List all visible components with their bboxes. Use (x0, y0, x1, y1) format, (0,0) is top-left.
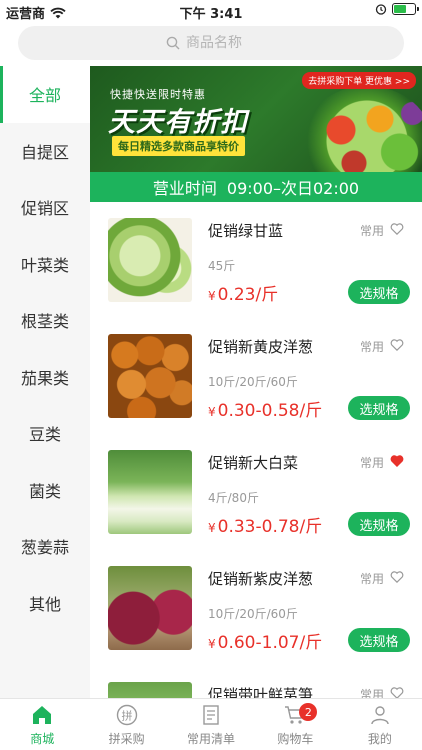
status-right (375, 3, 419, 15)
price-value: 0.30-0.58/斤 (217, 401, 323, 421)
cart-badge: 2 (299, 703, 318, 721)
product-item[interactable]: 促销带叶鲜莴笋 常用 (90, 666, 422, 698)
heart-icon[interactable] (390, 338, 404, 352)
category-item-aromatics[interactable]: 葱姜蒜 (0, 518, 90, 575)
promo-banner[interactable]: 去拼采购下单 更优惠 >> 快捷快送限时特惠 天天有折扣 每日精选多款商品享特价 (90, 66, 422, 172)
category-item-promo[interactable]: 促销区 (0, 179, 90, 236)
product-spec: 45斤 (208, 259, 236, 273)
product-name: 促销新紫皮洋葱 (208, 570, 314, 588)
product-spec: 10斤/20斤/60斤 (208, 375, 298, 389)
product-price: ¥0.30-0.58/斤 (208, 396, 322, 421)
select-spec-button[interactable]: 选规格 (348, 280, 410, 304)
banner-cta[interactable]: 去拼采购下单 更优惠 >> (302, 72, 416, 89)
status-time: 下午 3:41 (179, 7, 243, 22)
currency-symbol: ¥ (208, 405, 216, 419)
product-tag: 常用 (359, 340, 384, 354)
category-item-pickup[interactable]: 自提区 (0, 123, 90, 180)
category-item-all[interactable]: 全部 (0, 66, 90, 123)
product-spec: 4斤/80斤 (208, 491, 259, 505)
product-name: 促销绿甘蓝 (208, 222, 284, 240)
tab-profile[interactable]: 我的 (338, 699, 422, 750)
product-item[interactable]: 促销新紫皮洋葱 常用 10斤/20斤/60斤 ¥0.60-1.07/斤 选规格 (90, 550, 422, 666)
tab-favorites-list[interactable]: 常用清单 (169, 699, 253, 750)
banner-subtext: 每日精选多款商品享特价 (112, 136, 245, 156)
group-buy-icon: 拼 (116, 704, 137, 725)
bottom-tab-bar: 商城 拼 拼采购 常用清单 2 购物车 我的 (0, 698, 422, 750)
tab-cart[interactable]: 2 购物车 (253, 699, 337, 750)
category-item-leafy[interactable]: 叶菜类 (0, 236, 90, 293)
product-name: 促销新黄皮洋葱 (208, 338, 314, 356)
tab-label: 拼采购 (108, 731, 145, 746)
banner-headline: 天天有折扣 (108, 107, 248, 138)
search-icon (166, 36, 180, 50)
product-tag: 常用 (359, 572, 384, 586)
category-item-fruit-veg[interactable]: 茄果类 (0, 349, 90, 406)
heart-icon[interactable] (390, 222, 404, 236)
product-tag: 常用 (359, 688, 384, 698)
product-item[interactable]: 促销新大白菜 常用 4斤/80斤 ¥0.33-0.78/斤 选规格 (90, 434, 422, 550)
tab-label: 购物车 (277, 731, 314, 746)
svg-text:拼: 拼 (121, 708, 132, 722)
product-price: ¥0.33-0.78/斤 (208, 512, 322, 537)
product-image-yellow-onion (108, 334, 192, 418)
currency-symbol: ¥ (208, 289, 216, 303)
user-icon (371, 705, 389, 724)
hours-label: 营业时间 (152, 179, 217, 198)
battery-icon (392, 3, 419, 15)
category-sidebar: 全部 自提区 促销区 叶菜类 根茎类 茄果类 豆类 菌类 葱姜蒜 其他 (0, 66, 90, 698)
product-name: 促销带叶鲜莴笋 (208, 686, 314, 698)
vegetable-illustration (302, 86, 422, 172)
select-spec-button[interactable]: 选规格 (348, 628, 410, 652)
product-spec: 10斤/20斤/60斤 (208, 607, 298, 621)
hours-value: 09:00–次日02:00 (226, 179, 360, 198)
tab-label: 我的 (367, 731, 392, 746)
price-value: 0.33-0.78/斤 (217, 517, 323, 537)
status-bar: 运营商 下午 3:41 (0, 0, 422, 22)
list-icon (203, 704, 219, 725)
tab-mall[interactable]: 商城 (0, 699, 84, 750)
select-spec-button[interactable]: 选规格 (348, 396, 410, 420)
product-image-lettuce-stem (108, 682, 192, 698)
category-item-beans[interactable]: 豆类 (0, 405, 90, 462)
product-price: ¥0.60-1.07/斤 (208, 628, 322, 653)
select-spec-button[interactable]: 选规格 (348, 512, 410, 536)
currency-symbol: ¥ (208, 637, 216, 651)
heart-icon[interactable] (390, 686, 404, 698)
business-hours-bar: 营业时间 09:00–次日02:00 (90, 172, 422, 202)
product-item[interactable]: 促销绿甘蓝 常用 45斤 ¥0.23/斤 选规格 (90, 202, 422, 318)
product-tag: 常用 (359, 224, 384, 238)
category-item-mushrooms[interactable]: 菌类 (0, 462, 90, 519)
price-value: 0.23/斤 (217, 285, 279, 305)
category-item-root[interactable]: 根茎类 (0, 292, 90, 349)
product-image-cabbage (108, 218, 192, 302)
product-image-red-onion (108, 566, 192, 650)
tab-label: 商城 (30, 731, 55, 746)
category-item-other[interactable]: 其他 (0, 575, 90, 632)
heart-icon[interactable] (390, 570, 404, 584)
heart-icon[interactable] (390, 454, 404, 468)
search-bar[interactable] (18, 26, 404, 60)
alarm-icon (375, 4, 387, 15)
product-tag: 常用 (359, 456, 384, 470)
tab-label: 常用清单 (187, 731, 236, 746)
product-name: 促销新大白菜 (208, 454, 299, 472)
currency-symbol: ¥ (208, 521, 216, 535)
product-list[interactable]: 促销绿甘蓝 常用 45斤 ¥0.23/斤 选规格 促销新黄皮洋葱 常用 10斤/… (90, 202, 422, 698)
price-value: 0.60-1.07/斤 (217, 633, 323, 653)
battery-fill (394, 5, 407, 13)
search-input[interactable] (186, 35, 256, 51)
tab-group-buy[interactable]: 拼 拼采购 (84, 699, 168, 750)
home-icon (33, 705, 52, 724)
product-image-napa-cabbage (108, 450, 192, 534)
product-item[interactable]: 促销新黄皮洋葱 常用 10斤/20斤/60斤 ¥0.30-0.58/斤 选规格 (90, 318, 422, 434)
product-price: ¥0.23/斤 (208, 280, 278, 305)
